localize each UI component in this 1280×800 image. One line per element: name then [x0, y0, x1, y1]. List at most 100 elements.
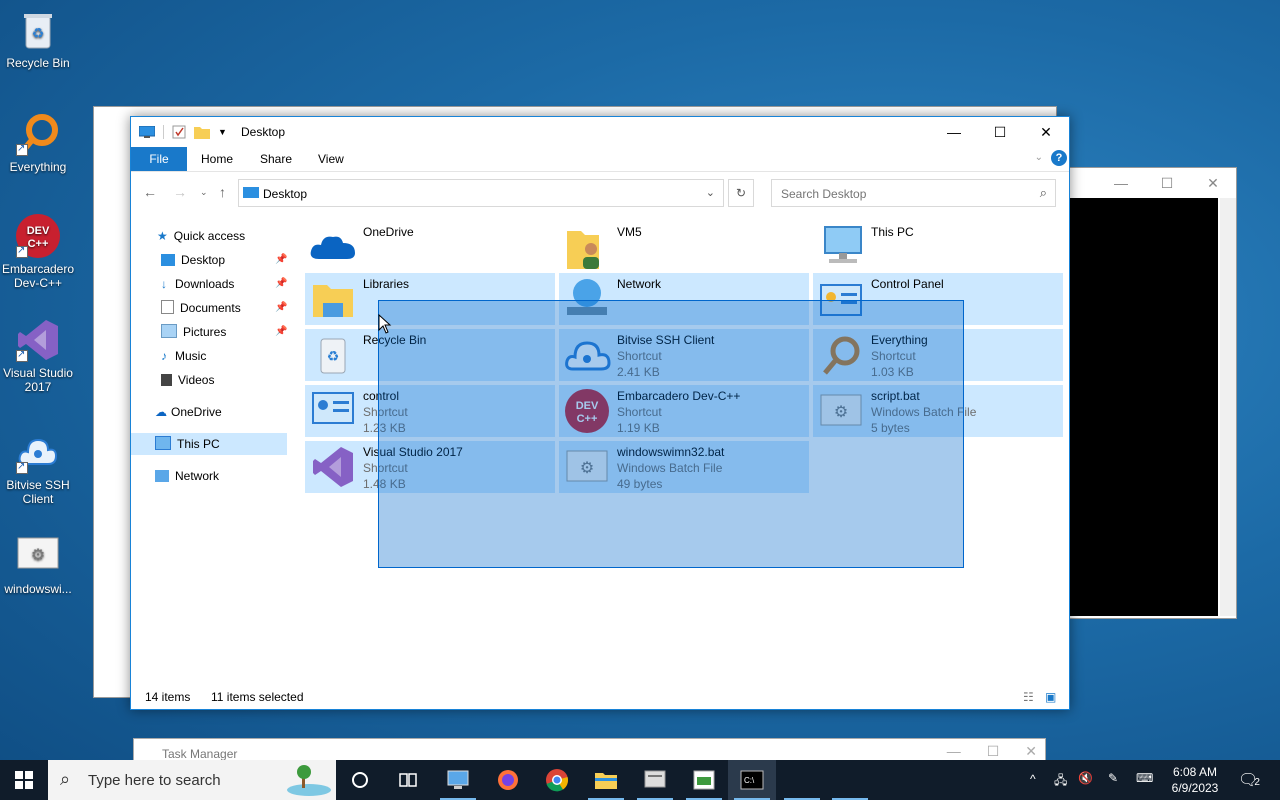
nav-item-downloads[interactable]: ↓ Downloads 📌	[161, 273, 291, 295]
picture-icon	[161, 324, 177, 338]
back-arrow-icon[interactable]: ←	[143, 184, 157, 200]
pen-icon[interactable]: ✎	[1108, 771, 1118, 785]
nav-onedrive[interactable]: ☁ OneDrive	[155, 401, 285, 423]
console-output[interactable]	[1070, 198, 1218, 616]
maximize-icon[interactable]: ☐	[987, 743, 1000, 760]
tab-home[interactable]: Home	[201, 147, 233, 171]
tab-file[interactable]: File	[131, 147, 187, 171]
nav-label: Network	[175, 469, 220, 483]
console-caption: — ☐ ✕	[1070, 168, 1236, 198]
address-row: ← → ⌄ ↑ Desktop ⌄ ↻ ⌕	[131, 172, 1069, 212]
nav-network[interactable]: Network	[155, 465, 285, 487]
nav-quick-access[interactable]: ★ Quick access	[157, 225, 307, 247]
network-status-icon[interactable]: 🖧	[1054, 771, 1067, 792]
visual-studio-icon	[313, 447, 353, 487]
navigation-pane: ★ Quick access Desktop 📌 ↓ Downloads 📌 Docum…	[131, 213, 293, 687]
console-scrollbar[interactable]	[1220, 198, 1236, 616]
nav-this-pc[interactable]: This PC	[131, 433, 287, 455]
tile-name: This PC	[871, 225, 914, 239]
minimize-button[interactable]: —	[931, 117, 977, 147]
pin-icon[interactable]: 📌	[275, 249, 287, 271]
desktop-icon-windowswimn32[interactable]: ⚙ windowswi...	[0, 534, 76, 596]
desktop-icon-everything[interactable]: Everything	[0, 112, 76, 174]
task-view-icon[interactable]	[396, 768, 420, 792]
nav-label: Music	[175, 349, 207, 363]
properties-icon[interactable]	[172, 125, 186, 139]
close-icon[interactable]: ✕	[1025, 743, 1037, 760]
minimize-icon[interactable]: —	[1098, 175, 1144, 191]
search-box[interactable]: ⌕	[771, 179, 1056, 207]
forward-arrow-icon[interactable]: →	[173, 184, 187, 200]
task-manager-icon[interactable]	[692, 768, 716, 792]
tile-this-pc[interactable]: This PC	[813, 221, 1063, 273]
devcpp-icon: DEVC++	[16, 214, 60, 258]
expand-ribbon-icon[interactable]: ⌄	[1035, 152, 1043, 163]
batch-file-icon: ⚙	[16, 534, 60, 578]
search-input[interactable]	[779, 186, 1023, 202]
tile-vm5[interactable]: VM5	[559, 221, 809, 273]
task-manager-title: Task Manager	[162, 747, 238, 761]
pin-icon[interactable]: 📌	[275, 273, 287, 295]
taskbar-search-box[interactable]: ⌕ Type here to search	[48, 760, 336, 800]
firefox-icon[interactable]	[496, 768, 520, 792]
recent-locations-icon[interactable]: ⌄	[200, 187, 208, 198]
chevron-down-icon[interactable]: ▼	[218, 127, 227, 137]
new-folder-icon[interactable]	[194, 125, 210, 139]
maximize-icon[interactable]: ☐	[1144, 175, 1190, 192]
nav-item-desktop[interactable]: Desktop 📌	[161, 249, 291, 271]
minimize-icon[interactable]: —	[947, 743, 961, 760]
control-panel-taskbar-icon[interactable]	[643, 768, 667, 792]
user-folder-icon	[567, 231, 599, 269]
close-button[interactable]: ✕	[1023, 117, 1069, 147]
computer-icon	[824, 226, 862, 263]
tab-view[interactable]: View	[318, 147, 344, 171]
volume-muted-icon[interactable]: 🔇	[1078, 771, 1093, 785]
nav-label: This PC	[177, 437, 220, 451]
nav-item-pictures[interactable]: Pictures 📌	[161, 321, 291, 343]
remote-desktop-icon[interactable]	[446, 768, 470, 792]
chrome-icon[interactable]	[545, 768, 569, 792]
file-explorer-icon[interactable]	[594, 768, 618, 792]
music-note-icon: ♪	[161, 349, 167, 363]
large-icons-view-icon[interactable]: ▣	[1045, 690, 1056, 704]
console-taskbar-button[interactable]: C:\	[728, 760, 776, 800]
magnifier-icon	[16, 112, 60, 156]
svg-text:C:\: C:\	[744, 776, 755, 785]
pin-icon[interactable]: 📌	[275, 297, 287, 319]
svg-text:⚙: ⚙	[31, 547, 45, 564]
pin-icon[interactable]: 📌	[275, 321, 287, 343]
nav-item-music[interactable]: ♪ Music	[161, 345, 291, 367]
help-icon[interactable]: ?	[1051, 150, 1067, 166]
nav-label: OneDrive	[171, 405, 222, 419]
nav-item-videos[interactable]: Videos	[161, 369, 291, 391]
details-view-icon[interactable]: ☷	[1023, 690, 1034, 704]
clock[interactable]: 6:08 AM 6/9/2023	[1168, 764, 1222, 796]
desktop-icon-visual-studio[interactable]: Visual Studio 2017	[0, 318, 76, 394]
desktop-icon-devcpp[interactable]: DEVC++ Embarcadero Dev-C++	[0, 214, 76, 290]
desktop-icon-recycle-bin[interactable]: ♻ Recycle Bin	[0, 8, 76, 70]
refresh-button[interactable]: ↻	[728, 179, 754, 207]
show-hidden-icons-icon[interactable]: ^	[1030, 772, 1036, 786]
desktop-icon-bitvise[interactable]: Bitvise SSH Client	[0, 430, 76, 506]
start-button[interactable]	[0, 760, 48, 800]
search-icon: ⌕	[1039, 185, 1047, 200]
network-icon	[155, 470, 169, 482]
up-arrow-icon[interactable]: ↑	[219, 184, 226, 200]
cortana-icon[interactable]	[348, 768, 372, 792]
taskbar-search-placeholder: Type here to search	[88, 772, 221, 789]
maximize-button[interactable]: ☐	[977, 117, 1023, 147]
close-icon[interactable]: ✕	[1190, 175, 1236, 192]
shortcut-arrow-icon	[16, 142, 28, 156]
svg-text:C++: C++	[28, 238, 49, 250]
nav-item-documents[interactable]: Documents 📌	[161, 297, 291, 319]
computer-icon	[155, 436, 171, 450]
taskbar: ⌕ Type here to search C:\ ^ 🖧 🔇 ✎ ⌨ 6:08…	[0, 760, 1280, 800]
window-title: Desktop	[241, 125, 286, 139]
address-bar[interactable]: Desktop ⌄	[238, 179, 724, 207]
keyboard-icon[interactable]: ⌨	[1136, 771, 1153, 785]
tab-share[interactable]: Share	[260, 147, 292, 171]
tile-onedrive[interactable]: OneDrive	[305, 221, 555, 273]
console-window[interactable]: — ☐ ✕	[1069, 167, 1237, 619]
notification-center-icon[interactable]: 🗨2	[1238, 770, 1260, 790]
address-dropdown-icon[interactable]: ⌄	[706, 186, 715, 199]
